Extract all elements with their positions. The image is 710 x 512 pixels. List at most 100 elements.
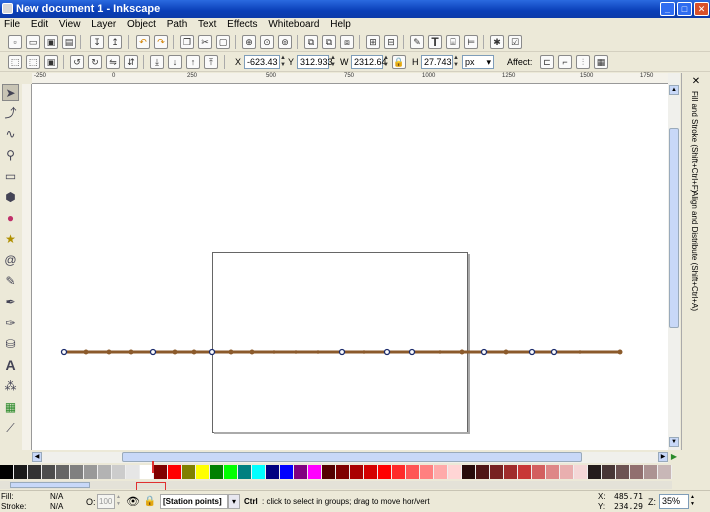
cms-toggle-icon[interactable]: ▶ xyxy=(669,452,679,463)
menu-path[interactable]: Path xyxy=(163,18,192,32)
opacity-input[interactable]: 100 xyxy=(97,494,115,509)
redo-icon[interactable]: ↷ xyxy=(154,35,168,49)
node-tool-icon[interactable]: ⤴ xyxy=(2,105,19,122)
select-all-icon[interactable]: ⬚ xyxy=(8,55,22,69)
palette-swatch[interactable] xyxy=(588,465,602,479)
line-node[interactable] xyxy=(503,349,509,355)
palette-swatch[interactable] xyxy=(168,465,182,479)
affect-pattern-icon[interactable]: ▦ xyxy=(594,55,608,69)
affect-stroke-icon[interactable]: ⊏ xyxy=(540,55,554,69)
station-point[interactable] xyxy=(383,348,391,356)
palette-swatch[interactable] xyxy=(504,465,518,479)
line-node[interactable] xyxy=(438,350,442,354)
import-icon[interactable]: ↧ xyxy=(90,35,104,49)
chevron-down-icon[interactable]: ▾ xyxy=(228,494,240,509)
clone-icon[interactable]: ⧉ xyxy=(322,35,336,49)
menu-layer[interactable]: Layer xyxy=(87,18,120,32)
pen-tool-icon[interactable]: ✒ xyxy=(2,294,19,311)
save-icon[interactable]: ▣ xyxy=(44,35,58,49)
palette-swatch[interactable] xyxy=(126,465,140,479)
color-palette[interactable] xyxy=(0,465,672,479)
palette-swatch[interactable] xyxy=(602,465,616,479)
palette-swatch[interactable] xyxy=(644,465,658,479)
ellipse-tool-icon[interactable]: ● xyxy=(2,210,19,227)
print-icon[interactable]: ▤ xyxy=(62,35,76,49)
palette-swatch[interactable] xyxy=(630,465,644,479)
calligraphy-tool-icon[interactable]: ✑ xyxy=(2,315,19,332)
line-node[interactable] xyxy=(617,349,623,355)
paste-icon[interactable]: ▢ xyxy=(216,35,230,49)
station-point[interactable] xyxy=(550,348,558,356)
palette-swatch[interactable] xyxy=(336,465,350,479)
palette-swatch[interactable] xyxy=(560,465,574,479)
h-input[interactable]: 27.743 xyxy=(421,55,453,69)
affect-gradient-icon[interactable]: ⫶ xyxy=(576,55,590,69)
palette-swatch[interactable] xyxy=(154,465,168,479)
palette-swatch[interactable] xyxy=(462,465,476,479)
line-node[interactable] xyxy=(316,350,320,354)
line-node[interactable] xyxy=(228,349,234,355)
palette-swatch[interactable] xyxy=(182,465,196,479)
vertical-scroll-thumb[interactable] xyxy=(669,128,679,328)
palette-swatch[interactable] xyxy=(658,465,672,479)
minimize-button[interactable]: _ xyxy=(660,2,675,16)
lock-ratio-icon[interactable]: 🔒 xyxy=(392,55,406,69)
zoom-page-icon[interactable]: ⊚ xyxy=(278,35,292,49)
station-point[interactable] xyxy=(208,348,216,356)
ungroup-icon[interactable]: ⊟ xyxy=(384,35,398,49)
copy-icon[interactable]: ❐ xyxy=(180,35,194,49)
station-point[interactable] xyxy=(480,348,488,356)
palette-scroll-thumb[interactable] xyxy=(10,482,90,488)
fill-stroke-dock-tab[interactable]: Fill and Stroke (Shift+Ctrl+F) xyxy=(690,91,699,192)
rotate-ccw-icon[interactable]: ↺ xyxy=(70,55,84,69)
box3d-tool-icon[interactable]: ⬢ xyxy=(2,189,19,206)
palette-swatch[interactable] xyxy=(546,465,560,479)
document-properties-icon[interactable]: ☑ xyxy=(508,35,522,49)
station-point[interactable] xyxy=(60,348,68,356)
line-node[interactable] xyxy=(578,350,582,354)
scroll-left-icon[interactable]: ◀ xyxy=(32,452,42,462)
line-node[interactable] xyxy=(83,349,89,355)
palette-swatch[interactable] xyxy=(224,465,238,479)
palette-swatch[interactable] xyxy=(196,465,210,479)
palette-swatch[interactable] xyxy=(70,465,84,479)
unit-select[interactable]: px ▾ xyxy=(462,55,494,69)
dropper-tool-icon[interactable]: ⟋ xyxy=(2,420,19,437)
palette-swatch[interactable] xyxy=(210,465,224,479)
star-tool-icon[interactable]: ★ xyxy=(2,231,19,248)
station-point[interactable] xyxy=(528,348,536,356)
palette-swatch[interactable] xyxy=(420,465,434,479)
inkscape-app-icon[interactable] xyxy=(2,3,13,14)
palette-swatch[interactable] xyxy=(574,465,588,479)
spiral-tool-icon[interactable]: @ xyxy=(2,252,19,269)
text-tool-icon[interactable]: A xyxy=(2,357,19,374)
stroke-value[interactable]: N/A xyxy=(50,502,63,511)
zoom-tool-icon[interactable]: ⚲ xyxy=(2,147,19,164)
menu-object[interactable]: Object xyxy=(123,18,160,32)
group-icon[interactable]: ⊞ xyxy=(366,35,380,49)
close-button[interactable]: ✕ xyxy=(694,2,709,16)
palette-swatch[interactable] xyxy=(252,465,266,479)
w-input[interactable]: 2312.64 xyxy=(351,55,387,69)
layer-selector[interactable]: [Station points] xyxy=(160,494,228,509)
preferences-icon[interactable]: ✱ xyxy=(490,35,504,49)
selector-tool-icon[interactable]: ➤ xyxy=(2,84,19,101)
palette-swatch[interactable] xyxy=(322,465,336,479)
paint-bucket-tool-icon[interactable]: ⛁ xyxy=(2,336,19,353)
palette-swatch[interactable] xyxy=(350,465,364,479)
palette-swatch[interactable] xyxy=(14,465,28,479)
menu-edit[interactable]: Edit xyxy=(27,18,52,32)
affect-corners-icon[interactable]: ⌐ xyxy=(558,55,572,69)
palette-swatch[interactable] xyxy=(56,465,70,479)
palette-swatch[interactable] xyxy=(308,465,322,479)
eye-icon[interactable]: 👁 xyxy=(126,495,140,509)
new-document-icon[interactable]: ▫ xyxy=(8,35,22,49)
palette-swatch[interactable] xyxy=(476,465,490,479)
undo-icon[interactable]: ↶ xyxy=(136,35,150,49)
gradient-tool-icon[interactable]: ▦ xyxy=(2,399,19,416)
palette-swatch[interactable] xyxy=(294,465,308,479)
spray-tool-icon[interactable]: ⁂ xyxy=(2,378,19,395)
line-node[interactable] xyxy=(128,349,134,355)
line-node[interactable] xyxy=(459,349,465,355)
line-node[interactable] xyxy=(106,349,112,355)
